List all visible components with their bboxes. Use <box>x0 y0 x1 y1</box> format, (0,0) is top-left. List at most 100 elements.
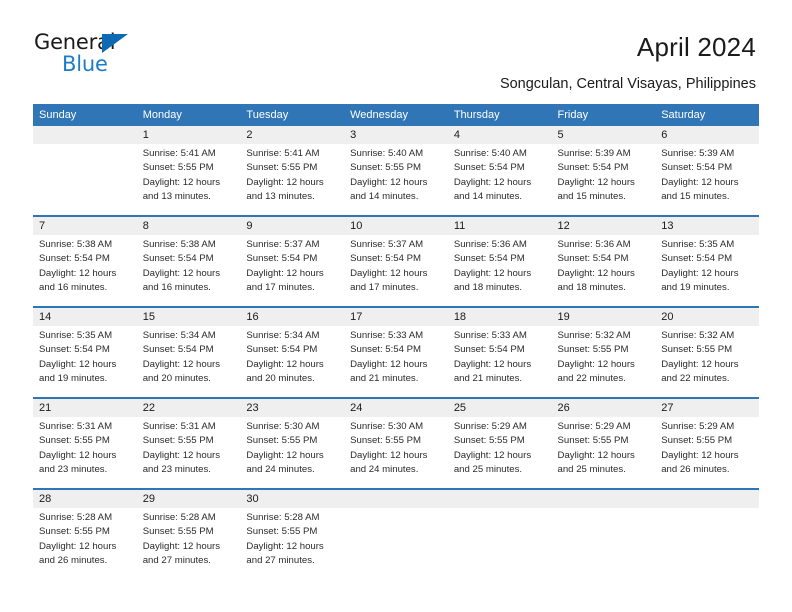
page-subtitle-location: Songculan, Central Visayas, Philippines <box>499 76 756 92</box>
calendar-day-cell[interactable]: 8 Sunrise: 5:38 AM Sunset: 5:54 PM Dayli… <box>136 215 241 307</box>
general-blue-logo[interactable]: General Blue <box>34 30 164 78</box>
calendar-day-cell[interactable]: 20 Sunrise: 5:32 AM Sunset: 5:55 PM Dayl… <box>655 306 759 398</box>
sunset-text: Sunset: 5:54 PM <box>453 344 525 356</box>
calendar-day-cell[interactable]: 24 Sunrise: 5:30 AM Sunset: 5:55 PM Dayl… <box>344 397 448 489</box>
triangle-icon <box>102 34 128 53</box>
calendar-week-row: 1 Sunrise: 5:41 AM Sunset: 5:55 PM Dayli… <box>33 126 759 216</box>
sunset-text: Sunset: 5:54 PM <box>350 344 422 356</box>
day-details: Sunrise: 5:32 AM Sunset: 5:55 PM Dayligh… <box>655 326 759 397</box>
calendar-day-cell[interactable]: 16 Sunrise: 5:34 AM Sunset: 5:54 PM Dayl… <box>240 306 345 398</box>
daylight-text-line2: and 23 minutes. <box>39 463 108 475</box>
calendar-day-cell[interactable]: 11 Sunrise: 5:36 AM Sunset: 5:54 PM Dayl… <box>447 215 552 307</box>
day-number: 6 <box>655 126 759 144</box>
daylight-text-line1: Daylight: 12 hours <box>453 267 532 279</box>
calendar-day-cell[interactable]: 15 Sunrise: 5:34 AM Sunset: 5:54 PM Dayl… <box>136 306 241 398</box>
calendar-day-cell[interactable]: 26 Sunrise: 5:29 AM Sunset: 5:55 PM Dayl… <box>551 397 656 489</box>
daylight-text-line1: Daylight: 12 hours <box>246 449 324 461</box>
sunset-text: Sunset: 5:55 PM <box>246 162 318 174</box>
daylight-text-line1: Daylight: 12 hours <box>246 176 324 188</box>
daylight-text-line1: Daylight: 12 hours <box>246 267 324 279</box>
day-number: 19 <box>551 308 656 326</box>
sunrise-text: Sunrise: 5:40 AM <box>350 148 424 159</box>
daylight-text-line2: and 14 minutes. <box>453 190 523 202</box>
day-details: Sunrise: 5:34 AM Sunset: 5:54 PM Dayligh… <box>240 326 344 397</box>
calendar-day-cell[interactable]: 22 Sunrise: 5:31 AM Sunset: 5:55 PM Dayl… <box>136 397 241 489</box>
calendar-day-cell[interactable] <box>447 488 552 579</box>
daylight-text-line1: Daylight: 12 hours <box>661 358 739 370</box>
calendar-day-cell[interactable]: 5 Sunrise: 5:39 AM Sunset: 5:54 PM Dayli… <box>551 126 656 216</box>
logo-text-blue: Blue <box>62 52 108 76</box>
sunset-text: Sunset: 5:55 PM <box>661 344 733 356</box>
calendar-day-cell[interactable]: 19 Sunrise: 5:32 AM Sunset: 5:55 PM Dayl… <box>551 306 656 398</box>
calendar-day-cell[interactable]: 2 Sunrise: 5:41 AM Sunset: 5:55 PM Dayli… <box>240 126 345 216</box>
day-number <box>33 126 137 144</box>
sunrise-text: Sunrise: 5:35 AM <box>39 330 113 341</box>
day-number: 4 <box>447 126 552 144</box>
day-details: Sunrise: 5:30 AM Sunset: 5:55 PM Dayligh… <box>344 417 448 488</box>
day-number <box>655 490 759 508</box>
sunrise-text: Sunrise: 5:29 AM <box>453 421 527 432</box>
calendar-day-cell[interactable]: 30 Sunrise: 5:28 AM Sunset: 5:55 PM Dayl… <box>240 488 345 579</box>
daylight-text-line1: Daylight: 12 hours <box>557 358 635 370</box>
day-details: Sunrise: 5:31 AM Sunset: 5:55 PM Dayligh… <box>137 417 241 488</box>
calendar-day-cell[interactable]: 3 Sunrise: 5:40 AM Sunset: 5:55 PM Dayli… <box>344 126 448 216</box>
sunrise-text: Sunrise: 5:41 AM <box>246 148 320 159</box>
day-number: 5 <box>551 126 656 144</box>
daylight-text-line1: Daylight: 12 hours <box>39 358 117 370</box>
calendar-day-cell[interactable]: 23 Sunrise: 5:30 AM Sunset: 5:55 PM Dayl… <box>240 397 345 489</box>
sunrise-text: Sunrise: 5:30 AM <box>350 421 424 432</box>
daylight-text-line2: and 13 minutes. <box>142 190 211 202</box>
calendar-day-cell[interactable]: 13 Sunrise: 5:35 AM Sunset: 5:54 PM Dayl… <box>655 215 759 307</box>
calendar-day-cell[interactable]: 7 Sunrise: 5:38 AM Sunset: 5:54 PM Dayli… <box>33 215 137 307</box>
calendar-day-cell[interactable]: 25 Sunrise: 5:29 AM Sunset: 5:55 PM Dayl… <box>447 397 552 489</box>
day-number: 11 <box>447 217 552 235</box>
day-details: Sunrise: 5:28 AM Sunset: 5:55 PM Dayligh… <box>137 508 241 579</box>
calendar-day-cell[interactable]: 4 Sunrise: 5:40 AM Sunset: 5:54 PM Dayli… <box>447 126 552 216</box>
calendar-day-cell[interactable]: 14 Sunrise: 5:35 AM Sunset: 5:54 PM Dayl… <box>33 306 137 398</box>
calendar-day-cell[interactable]: 12 Sunrise: 5:36 AM Sunset: 5:54 PM Dayl… <box>551 215 656 307</box>
day-details: Sunrise: 5:32 AM Sunset: 5:55 PM Dayligh… <box>552 326 656 397</box>
sunrise-text: Sunrise: 5:38 AM <box>142 239 216 250</box>
day-details <box>33 144 137 215</box>
day-number: 1 <box>136 126 241 144</box>
calendar-day-cell[interactable]: 6 Sunrise: 5:39 AM Sunset: 5:54 PM Dayli… <box>655 126 759 216</box>
calendar-day-cell[interactable]: 21 Sunrise: 5:31 AM Sunset: 5:55 PM Dayl… <box>33 397 137 489</box>
page-header: General Blue April 2024 Songculan, Centr… <box>0 0 792 92</box>
calendar-day-cell[interactable] <box>655 488 759 579</box>
daylight-text-line2: and 15 minutes. <box>557 190 626 202</box>
sunset-text: Sunset: 5:55 PM <box>142 526 214 538</box>
sunset-text: Sunset: 5:55 PM <box>453 435 525 447</box>
daylight-text-line2: and 16 minutes. <box>142 281 211 293</box>
calendar-day-cell[interactable]: 10 Sunrise: 5:37 AM Sunset: 5:54 PM Dayl… <box>344 215 448 307</box>
day-number: 30 <box>240 490 345 508</box>
calendar-day-cell[interactable]: 9 Sunrise: 5:37 AM Sunset: 5:54 PM Dayli… <box>240 215 345 307</box>
daylight-text-line2: and 27 minutes. <box>142 554 211 566</box>
calendar-day-cell[interactable] <box>551 488 656 579</box>
sunset-text: Sunset: 5:54 PM <box>246 344 318 356</box>
sunrise-text: Sunrise: 5:33 AM <box>350 330 424 341</box>
sunset-text: Sunset: 5:55 PM <box>39 526 110 538</box>
daylight-text-line2: and 23 minutes. <box>142 463 211 475</box>
day-number: 28 <box>33 490 137 508</box>
calendar-day-cell[interactable]: 18 Sunrise: 5:33 AM Sunset: 5:54 PM Dayl… <box>447 306 552 398</box>
calendar-day-cell[interactable]: 29 Sunrise: 5:28 AM Sunset: 5:55 PM Dayl… <box>136 488 241 579</box>
calendar-day-cell[interactable] <box>344 488 448 579</box>
calendar-week-row: 28 Sunrise: 5:28 AM Sunset: 5:55 PM Dayl… <box>33 488 759 579</box>
sunset-text: Sunset: 5:54 PM <box>142 253 214 265</box>
calendar-week-row: 14 Sunrise: 5:35 AM Sunset: 5:54 PM Dayl… <box>33 306 759 398</box>
calendar-day-cell[interactable]: 28 Sunrise: 5:28 AM Sunset: 5:55 PM Dayl… <box>33 488 137 579</box>
day-number: 18 <box>447 308 552 326</box>
sunset-text: Sunset: 5:55 PM <box>246 526 318 538</box>
calendar-day-cell[interactable]: 1 Sunrise: 5:41 AM Sunset: 5:55 PM Dayli… <box>136 126 241 216</box>
day-details <box>655 508 759 579</box>
day-details: Sunrise: 5:35 AM Sunset: 5:54 PM Dayligh… <box>655 235 759 306</box>
calendar-day-cell[interactable]: 17 Sunrise: 5:33 AM Sunset: 5:54 PM Dayl… <box>344 306 448 398</box>
sunrise-text: Sunrise: 5:39 AM <box>661 148 735 159</box>
day-details: Sunrise: 5:40 AM Sunset: 5:55 PM Dayligh… <box>344 144 448 215</box>
calendar-day-cell[interactable]: 27 Sunrise: 5:29 AM Sunset: 5:55 PM Dayl… <box>655 397 759 489</box>
day-details: Sunrise: 5:38 AM Sunset: 5:54 PM Dayligh… <box>33 235 137 306</box>
sunrise-text: Sunrise: 5:32 AM <box>557 330 631 341</box>
sunrise-text: Sunrise: 5:29 AM <box>557 421 631 432</box>
calendar-day-cell[interactable] <box>33 126 137 216</box>
daylight-text-line2: and 24 minutes. <box>246 463 315 475</box>
